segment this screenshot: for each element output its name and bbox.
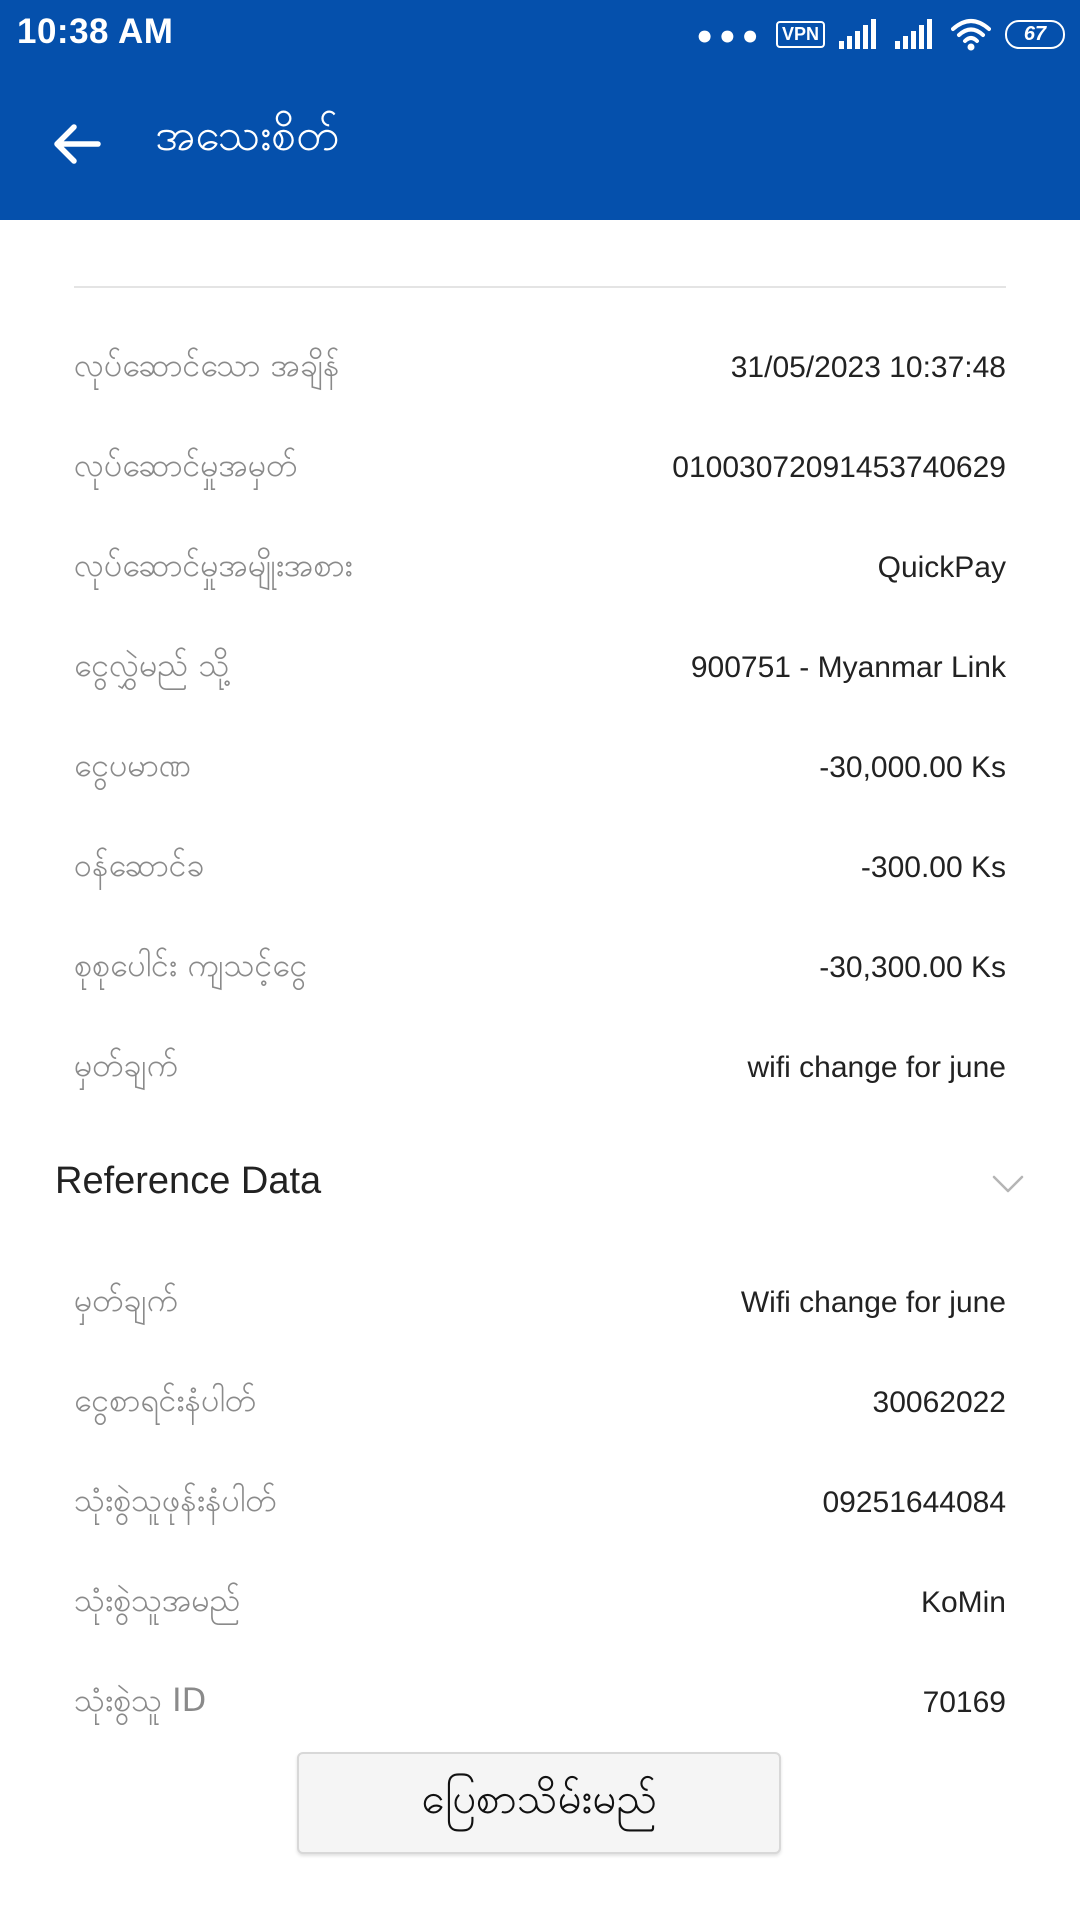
- detail-label: ငွေပမာဏ: [74, 746, 192, 784]
- reference-row-note: မှတ်ချက် Wifi change for june: [74, 1273, 1006, 1333]
- vpn-icon: VPN: [775, 20, 825, 48]
- detail-value: 010030720914537406​29: [672, 451, 1006, 484]
- battery-icon: 67: [1005, 19, 1065, 49]
- detail-label: စုစုပေါင်း ကျသင့်ငွေ: [74, 946, 308, 984]
- detail-row-type: လုပ်ဆောင်မှုအမျိုးအစား QuickPay: [74, 538, 1006, 598]
- detail-row-total: စုစုပေါင်း ကျသင့်ငွေ -30,300.00 Ks: [74, 938, 1006, 998]
- status-time: 10:38 AM: [17, 12, 174, 51]
- signal-icon: [839, 19, 876, 49]
- chevron-down-icon[interactable]: [990, 1166, 1026, 1202]
- reference-value: 30062022: [872, 1386, 1006, 1419]
- detail-row-note: မှတ်ချက် wifi change for june: [74, 1038, 1006, 1098]
- battery-level: 67: [1005, 19, 1065, 49]
- detail-value: -30,300.00 Ks: [819, 951, 1006, 984]
- reference-row-user-id: သုံးစွဲသူ ID 70169: [74, 1673, 1006, 1733]
- detail-value: wifi change for june: [747, 1051, 1007, 1084]
- back-button[interactable]: [48, 114, 108, 174]
- reference-label: သုံးစွဲသူ ID: [74, 1681, 207, 1719]
- save-receipt-button[interactable]: ပြေစာသိမ်းမည်: [297, 1752, 781, 1854]
- status-bar: 10:38 AM ••• VPN 67: [0, 0, 1080, 68]
- detail-value: QuickPay: [877, 551, 1006, 584]
- reference-row-name: သုံးစွဲသူအမည် KoMin: [74, 1573, 1006, 1633]
- reference-row-phone: သုံးစွဲသူဖုန်းနံပါတ် 09251644084: [74, 1473, 1006, 1533]
- detail-row-amount: ငွေပမာဏ -30,000.00 Ks: [74, 738, 1006, 798]
- reference-label: သုံးစွဲသူဖုန်းနံပါတ်: [74, 1481, 277, 1519]
- reference-label: မှတ်ချက်: [74, 1281, 178, 1319]
- detail-label: လုပ်ဆောင်မှုအမျိုးအစား: [74, 546, 353, 584]
- detail-value: -300.00 Ks: [860, 851, 1006, 884]
- reference-value: KoMin: [920, 1586, 1006, 1619]
- page-title: အသေးစိတ်: [155, 110, 339, 161]
- detail-label: ငွေလွှဲမည် သို့: [74, 646, 230, 684]
- detail-row-transaction-id: လုပ်ဆောင်မှုအမှတ် 010030720914537406​29: [74, 438, 1006, 498]
- detail-value: 31/05/2023 10:37:48: [730, 351, 1006, 384]
- more-dots-icon: •••: [693, 18, 762, 58]
- reference-label: သုံးစွဲသူအမည်: [74, 1581, 241, 1619]
- reference-row-account: ငွေစာရင်းနံပါတ် 30062022: [74, 1373, 1006, 1433]
- reference-data-title[interactable]: Reference Data: [55, 1160, 321, 1203]
- detail-label: လုပ်ဆောင်မှုအမှတ်: [74, 446, 298, 484]
- arrow-left-icon: [54, 124, 101, 164]
- detail-value: 900751 - Myanmar Link: [690, 651, 1006, 684]
- wifi-icon: [951, 19, 991, 51]
- detail-label: လုပ်ဆောင်သော အချိန်: [74, 346, 340, 384]
- reference-value: 70169: [922, 1686, 1006, 1719]
- signal-icon: [895, 19, 932, 49]
- app-bar: 10:38 AM ••• VPN 67 အသေးစိတ်: [0, 0, 1080, 220]
- detail-label: ဝန်ဆောင်ခ: [74, 846, 205, 884]
- detail-row-recipient: ငွေလွှဲမည် သို့ 900751 - Myanmar Link: [74, 638, 1006, 698]
- detail-row-fee: ဝန်ဆောင်ခ -300.00 Ks: [74, 838, 1006, 898]
- reference-value: 09251644084: [822, 1486, 1006, 1519]
- reference-label: ငွေစာရင်းနံပါတ်: [74, 1381, 257, 1419]
- divider: [74, 286, 1006, 288]
- detail-label: မှတ်ချက်: [74, 1046, 178, 1084]
- status-icons: ••• VPN 67: [680, 14, 1065, 58]
- detail-value: -30,000.00 Ks: [819, 751, 1006, 784]
- detail-row-time: လုပ်ဆောင်သော အချိန် 31/05/2023 10:37:48: [74, 338, 1006, 398]
- reference-value: Wifi change for june: [740, 1286, 1006, 1319]
